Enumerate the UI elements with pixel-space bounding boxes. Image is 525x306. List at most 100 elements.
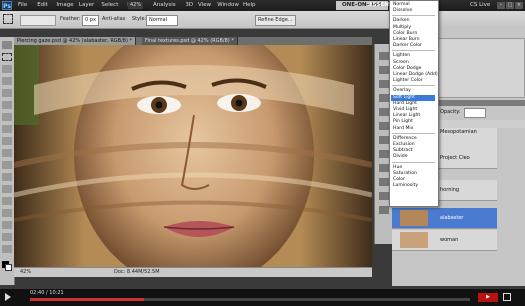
youtube-logo[interactable]: ▶ [478,293,498,302]
quick-select-tool-icon[interactable] [2,77,12,85]
adjustments-panel-icon[interactable] [379,80,389,88]
crop-tool-icon[interactable] [2,89,12,97]
blend-mode-lighter-color[interactable]: Lighter Color [393,78,423,84]
character-panel-icon[interactable] [379,136,389,144]
eraser-tool-icon[interactable] [2,161,12,169]
blur-tool-icon[interactable] [2,185,12,193]
photoshop-logo: Ps [2,1,12,10]
menu-file[interactable]: File [18,1,27,10]
marquee-tool-icon[interactable] [3,14,13,24]
seek-bar[interactable] [30,298,470,301]
layer-name: horning [440,187,460,193]
blend-mode-multiply[interactable]: Multiply [393,25,411,31]
pen-tool-icon[interactable] [2,209,12,217]
navigator-panel-icon[interactable] [379,192,389,200]
minimize-icon[interactable]: – [497,2,505,9]
layer-row-selected[interactable]: alabaster [392,208,497,229]
blend-mode-darker-color[interactable]: Darker Color [393,43,422,49]
blend-mode-pin-light[interactable]: Pin Light [393,119,413,125]
menu-separator [392,50,435,52]
tab-final-textures[interactable]: Final textures.psd @ 42% (RGB/8) * [142,37,238,45]
blend-mode-hard-light[interactable]: Hard Light [393,101,417,107]
blend-mode-hard-mix[interactable]: Hard Mix [393,126,413,132]
move-tool-icon[interactable] [2,41,12,49]
marquee-tool-icon[interactable] [2,53,12,61]
blend-mode-difference[interactable]: Difference [393,136,417,142]
blend-mode-dissolve[interactable]: Dissolve [393,8,412,14]
blend-mode-screen[interactable]: Screen [393,60,409,66]
menu-separator [392,132,435,134]
3d-panel-icon[interactable] [379,164,389,172]
cs-live-button[interactable]: CS Live [470,1,490,10]
layer-name: Mesopotamian [440,129,477,135]
player-time: 02:40 / 10:21 [30,290,64,296]
menu-window[interactable]: Window [217,1,239,10]
histogram-panel-icon[interactable] [379,206,389,214]
actions-panel-icon[interactable] [379,66,389,74]
blend-mode-lighten[interactable]: Lighten [393,53,410,59]
style-label: Style: [132,16,147,22]
blend-mode-menu: Normal Dissolve Darken Multiply Color Burn Li… [389,0,439,207]
fullscreen-icon[interactable] [503,293,511,301]
masks-panel-icon[interactable] [379,94,389,102]
dodge-tool-icon[interactable] [2,197,12,205]
close-icon[interactable]: × [515,2,523,9]
menu-layer[interactable]: Layer [79,1,94,10]
blend-mode-luminosity[interactable]: Luminosity [393,183,418,189]
blend-mode-darken[interactable]: Darken [393,18,409,24]
tab-piercing-gaze[interactable]: Piercing gaze.psd @ 42% (alabaster, RGB/… [14,37,137,45]
menu-help[interactable]: Help [243,1,256,10]
feather-input[interactable]: 0 px [82,15,99,26]
canvas-image [14,45,372,267]
blend-mode-color-burn[interactable]: Color Burn [393,31,417,37]
blend-mode-hue[interactable]: Hue [393,165,402,171]
document-canvas[interactable] [14,45,372,267]
layer-row[interactable]: woman [392,230,497,251]
menu-edit[interactable]: Edit [37,1,48,10]
background-color-swatch[interactable] [5,264,12,271]
swatches-panel [437,38,525,98]
refine-edge-button[interactable]: Refine Edge... [255,15,296,26]
application-bar: Ps FileEditImageLayerSelectFilterAnalysi… [0,0,525,11]
selection-mode-buttons[interactable] [20,15,56,26]
clone-stamp-tool-icon[interactable] [2,137,12,145]
blend-mode-saturation[interactable]: Saturation [393,171,417,177]
blend-mode-divide[interactable]: Divide [393,154,408,160]
status-bar: 42% Doc: 8.44M/52.5M [14,267,372,277]
blend-mode-overlay[interactable]: Overlay [393,88,411,94]
eyedropper-tool-icon[interactable] [2,101,12,109]
healing-tool-icon[interactable] [2,113,12,121]
feather-label: Feather: [60,16,81,22]
play-icon[interactable] [5,293,11,301]
layer-name: alabaster [440,215,464,221]
zoom-chip[interactable]: 42% [128,2,144,9]
brushes-panel-icon[interactable] [379,108,389,116]
clone-source-panel-icon[interactable] [379,122,389,130]
path-select-tool-icon[interactable] [2,233,12,241]
gradient-tool-icon[interactable] [2,173,12,181]
menu-select[interactable]: Select [101,1,118,10]
opacity-input[interactable] [464,108,486,118]
menu-separator [392,161,435,163]
opacity-label: Opacity: [440,109,461,115]
maximize-icon[interactable]: □ [506,2,514,9]
history-panel-icon[interactable] [379,52,389,60]
history-brush-tool-icon[interactable] [2,149,12,157]
menu-analysis[interactable]: Analysis [153,1,176,10]
menu-3d[interactable]: 3D [185,1,193,10]
brush-tool-icon[interactable] [2,125,12,133]
tools-panel [0,37,15,285]
paragraph-panel-icon[interactable] [379,150,389,158]
menu-image[interactable]: Image [56,1,73,10]
menu-view[interactable]: View [198,1,211,10]
menu-separator [392,15,435,17]
info-panel-icon[interactable] [379,178,389,186]
hand-tool-icon[interactable] [2,245,12,253]
style-select[interactable]: Normal [146,15,178,26]
blend-mode-color-dodge[interactable]: Color Dodge [393,66,421,72]
blend-mode-soft-light[interactable]: Soft Light [391,94,435,101]
type-tool-icon[interactable] [2,221,12,229]
lasso-tool-icon[interactable] [2,65,12,73]
status-zoom[interactable]: 42% [20,268,31,277]
anti-alias-checkbox[interactable]: Anti-alias [102,15,125,24]
